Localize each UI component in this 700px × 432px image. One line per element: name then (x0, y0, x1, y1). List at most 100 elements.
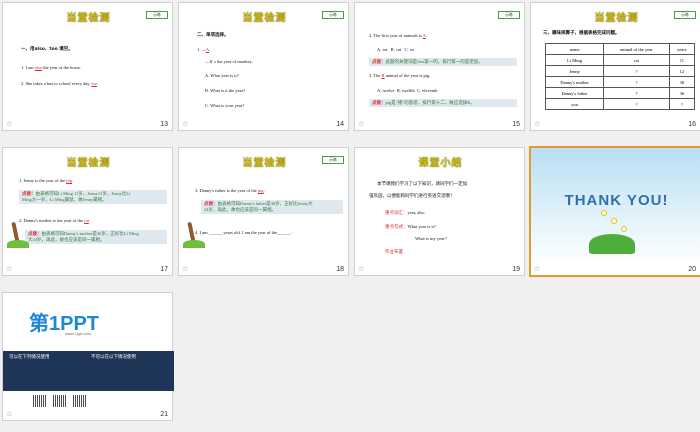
slide-number: 21 (160, 411, 168, 418)
table-cell: 11 (668, 54, 696, 66)
hint-box: 点拨：pig是“猪”的意思，排行第十二，故应选择B。 (369, 99, 517, 107)
table-cell: 12 (668, 65, 696, 77)
slide-number: 18 (336, 266, 344, 273)
thank-you-title: THANK YOU! (564, 192, 669, 209)
slide-title: 课堂小结 (418, 158, 463, 169)
qr-code-icon (53, 395, 67, 407)
table-cell: Jenny (544, 65, 605, 77)
summary-text: 本节课我们学习了以下知识，请同学们一定加 (377, 182, 467, 187)
flower-icon (621, 226, 627, 232)
hint-box: 点拨：此题的关键词是first第一的，排行第一的是老鼠。 (369, 58, 517, 66)
option-a: A. What year is it? (205, 73, 239, 78)
slide-number: 19 (512, 266, 520, 273)
slide-thumbnail-18[interactable]: 当堂检测 示练 3. Danny's father is the year of… (178, 147, 349, 276)
slide-thumbnail-14[interactable]: 当堂检测 示练 二、单项选择。 1. —A —It' s the year of… (178, 2, 349, 131)
answer-1: 1. Jenny is the year of the pig. (19, 178, 74, 183)
table-row: Li Ming rat 11 (544, 54, 696, 66)
key-vocab: 重点词汇：year, also (385, 210, 425, 216)
answer-line: —It' s the year of monkey. (205, 59, 253, 64)
star-icon: ☆ (6, 121, 13, 128)
slide-number: 15 (512, 121, 520, 128)
qr-code-icon (33, 395, 47, 407)
slide-content: THANK YOU! (531, 148, 700, 264)
star-icon: ☆ (534, 266, 541, 273)
hint-box: 点拨：由表格可知Danny's father是36岁，正好比Jenny大 24岁，… (201, 200, 343, 214)
tree-illustration (7, 218, 29, 249)
slide-thumbnail-21[interactable]: 第1PPT www.1ppt.com 可以在下列情况使用 不可以在以下情况使用 … (2, 292, 174, 421)
options-row-2: A. twelve B. twelfth C. eleventh (377, 88, 438, 93)
data-table: name animal of the year years Li Ming ra… (544, 43, 696, 110)
slide-content: 当堂检测 示练 3. Danny's father is the year of… (179, 148, 350, 264)
slide-content: 当堂检测 示练 三、趣味择算子，根据表格完成问题。 name animal of… (531, 3, 700, 119)
slide-number: 17 (160, 266, 168, 273)
table-cell: ? (603, 65, 670, 77)
table-row: Danny's mother ? 30 (544, 76, 696, 88)
slide-tag: 示练 (146, 11, 168, 19)
slide-number: 13 (160, 121, 168, 128)
exercise-heading: 三、趣味择算子，根据表格完成问题。 (543, 31, 620, 36)
slide-tag: 示练 (498, 11, 520, 19)
slide-content: 当堂检测 1. Jenny is the year of the pig. 点拨… (3, 148, 174, 264)
flower-icon (611, 218, 617, 224)
summary-text: 强巩固，以便能和同学们进行英语交流哦！ (369, 194, 455, 199)
slide-content: 示练 2. The first year of animals is A. A.… (355, 3, 526, 119)
table-row: Danny's father ? 36 (544, 87, 696, 99)
table-row: you ? ? (544, 98, 696, 110)
tree-illustration (183, 218, 205, 249)
question-1: 1. I am also the year of the horse. (21, 65, 81, 70)
star-icon: ☆ (6, 266, 13, 273)
info-bar: 可以在下列情况使用 不可以在以下情况使用 (3, 351, 174, 391)
slide-thumbnail-20[interactable]: THANK YOU! ☆ 20 (529, 146, 700, 277)
table-cell: ? (603, 87, 670, 99)
hint-box: 点拨：由表格可知Li Ming 11岁，Jenny12岁，Jenny比Li Min… (19, 190, 167, 204)
star-icon: ☆ (358, 121, 365, 128)
star-icon: ☆ (182, 266, 189, 273)
table-cell: 30 (668, 76, 696, 88)
star-icon: ☆ (6, 411, 13, 418)
slide-thumbnail-19[interactable]: 课堂小结 本节课我们学习了以下知识，请同学们一定加 强巩固，以便能和同学们进行英… (354, 147, 525, 276)
usage-denied-label: 不可以在以下情况使用 (91, 355, 136, 360)
slide-tag: 示练 (322, 156, 344, 164)
table-row: Jenny ? 12 (544, 65, 696, 77)
option-c: C. What is your year? (205, 103, 245, 108)
star-icon: ☆ (534, 121, 541, 128)
slide-number: 14 (336, 121, 344, 128)
slide-content: 当堂检测 示练 二、单项选择。 1. —A —It' s the year of… (179, 3, 350, 119)
usage-allowed-label: 可以在下列情况使用 (9, 355, 50, 360)
column-header: years (668, 43, 696, 55)
table-cell: ? (668, 98, 696, 110)
table-cell: ? (603, 76, 670, 88)
question-4: 4. I am ______ years old. I am the year … (195, 230, 292, 235)
slide-content: 第1PPT www.1ppt.com 可以在下列情况使用 不可以在以下情况使用 (3, 293, 174, 409)
slide-content: 当堂检测 示练 一、用also、too 填空。 1. I am also the… (3, 3, 174, 119)
grass-hill (589, 234, 635, 254)
question-1: 1. —A (197, 47, 210, 52)
answer-3: 3. Danny's father is the year of the pig… (195, 188, 265, 193)
slide-tag: 示练 (674, 11, 696, 19)
slide-number: 16 (688, 121, 696, 128)
table-header-row: name animal of the year years (544, 43, 696, 55)
option-b: B. What is it the year? (205, 88, 246, 93)
table-cell: you (544, 98, 605, 110)
qr-code-icon (73, 395, 87, 407)
exercise-heading: 二、单项选择。 (197, 33, 229, 38)
slide-thumbnail-16[interactable]: 当堂检测 示练 三、趣味择算子，根据表格完成问题。 name animal of… (530, 2, 700, 131)
slide-thumbnail-15[interactable]: 示练 2. The first year of animals is A. A.… (354, 2, 525, 131)
slide-thumbnail-17[interactable]: 当堂检测 1. Jenny is the year of the pig. 点拨… (2, 147, 173, 276)
slide-thumbnail-13[interactable]: 当堂检测 示练 一、用also、too 填空。 1. I am also the… (2, 2, 173, 131)
table-cell: 36 (668, 87, 696, 99)
slide-tag: 示练 (322, 11, 344, 19)
slide-title: 当堂检测 (66, 158, 111, 169)
star-icon: ☆ (182, 121, 189, 128)
question-2: 2. The first year of animals is A. (369, 33, 428, 38)
key-sentence: 重点句式：What year is it? (385, 224, 436, 230)
table-cell: Li Ming (544, 54, 605, 66)
homework-label: 作业布置 (385, 250, 403, 255)
flower-icon (601, 210, 607, 216)
table-cell: ? (603, 98, 670, 110)
question-2: 2. She takes a bus to school every day, … (21, 81, 99, 86)
column-header: name (544, 43, 605, 55)
column-header: animal of the year (603, 43, 670, 55)
table-cell: Danny's mother (544, 76, 605, 88)
hint-box: 点拨：由表格可知Danny's mother是30岁，正好比Li Ming 大24… (25, 230, 167, 244)
